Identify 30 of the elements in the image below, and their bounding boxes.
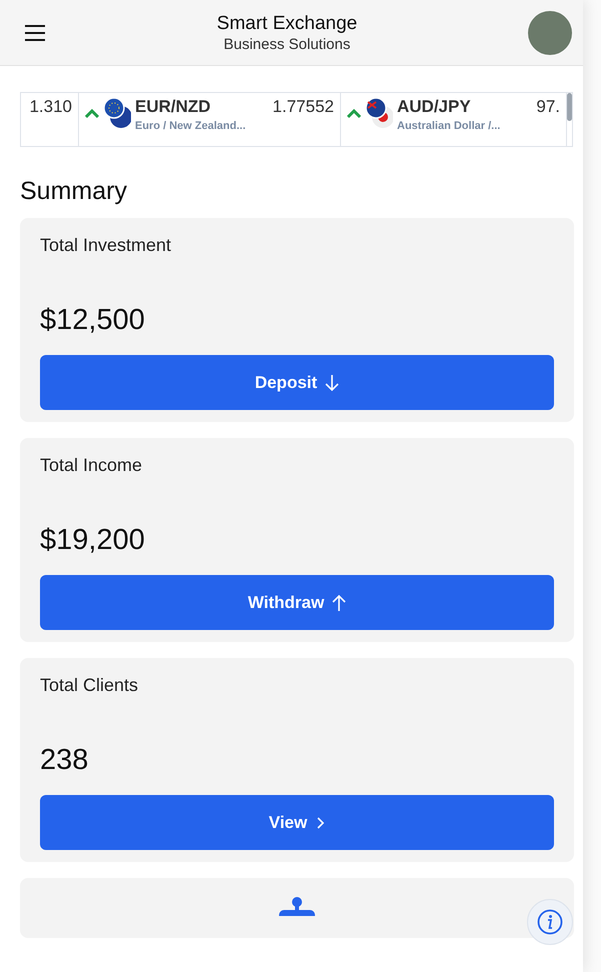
avatar-photo-placeholder[interactable] bbox=[528, 10, 572, 54]
card-label: Total Investment bbox=[40, 235, 172, 256]
ticker-name: Australian Dollar /... bbox=[397, 120, 500, 132]
action-button[interactable]: Withdraw bbox=[40, 575, 554, 630]
flag-icon bbox=[103, 97, 131, 129]
section-title: Summary bbox=[20, 177, 128, 206]
ticker-name: Euro / New Zealand... bbox=[135, 120, 246, 132]
caret-up-icon bbox=[85, 109, 99, 119]
info-icon bbox=[537, 909, 563, 935]
ticker-price: 97. bbox=[536, 97, 560, 118]
ticker-symbol: EUR/NZD bbox=[135, 97, 212, 117]
card-value: $12,500 bbox=[40, 304, 146, 337]
action-button[interactable]: Deposit bbox=[40, 355, 554, 410]
caret-up-icon bbox=[347, 109, 361, 119]
app-subtitle: Business Solutions bbox=[224, 36, 350, 52]
arrow-up-icon bbox=[332, 594, 346, 612]
app-title: Smart Exchange bbox=[216, 12, 358, 34]
arrow-down-icon bbox=[325, 374, 340, 392]
menu-icon[interactable] bbox=[24, 24, 46, 42]
card-value: $19,200 bbox=[40, 524, 146, 557]
chevron-right-icon bbox=[315, 816, 326, 830]
action-button[interactable]: View bbox=[40, 795, 554, 850]
flag-icon bbox=[365, 97, 393, 129]
card-label: Total Clients bbox=[40, 675, 140, 696]
ticker-price: 1.77552 bbox=[272, 97, 334, 118]
scrollbar-thumb[interactable] bbox=[567, 93, 572, 121]
card-label: Total Income bbox=[40, 455, 144, 476]
card-value: 238 bbox=[40, 744, 90, 777]
ticker-price: 1.310 bbox=[29, 97, 72, 118]
ticker-symbol: AUD/JPY bbox=[397, 97, 472, 117]
